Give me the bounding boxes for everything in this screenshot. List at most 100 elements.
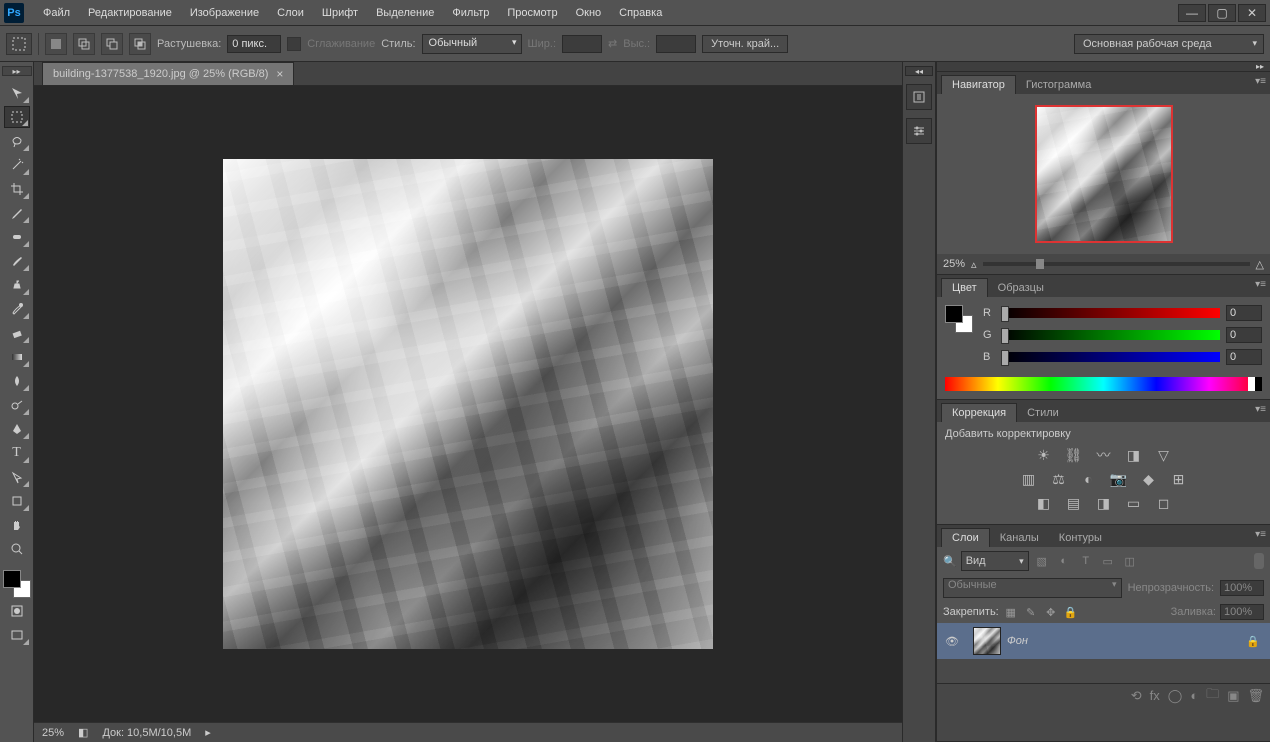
b-input[interactable]	[1226, 349, 1262, 365]
exposure-icon[interactable]: ◨	[1124, 446, 1144, 464]
blend-mode-select[interactable]: Обычные	[943, 578, 1122, 598]
status-preview-icon[interactable]: ◧	[78, 726, 88, 739]
navigator-zoom-value[interactable]: 25%	[943, 258, 965, 270]
navigator-panel-menu-icon[interactable]: ▾≡	[1255, 76, 1266, 87]
menu-layers[interactable]: Слои	[268, 3, 313, 23]
dock-expand-toggle[interactable]: ◂◂	[905, 66, 933, 76]
zoom-in-icon[interactable]: △	[1256, 258, 1264, 271]
menu-window[interactable]: Окно	[567, 3, 611, 23]
color-swatches[interactable]	[3, 570, 31, 598]
color-fg-swatch[interactable]	[945, 305, 963, 323]
zoom-tool[interactable]	[4, 538, 30, 560]
add-mask-icon[interactable]: ◯	[1168, 688, 1183, 704]
new-adjustment-icon[interactable]: ◐	[1190, 688, 1198, 703]
gradient-tool[interactable]	[4, 346, 30, 368]
channelmixer-icon[interactable]: ◆	[1139, 470, 1159, 488]
search-icon[interactable]: 🔍	[943, 555, 957, 568]
dock-properties-icon[interactable]	[906, 118, 932, 144]
current-tool-indicator[interactable]	[6, 33, 32, 55]
history-brush-tool[interactable]	[4, 298, 30, 320]
dock-history-icon[interactable]	[906, 84, 932, 110]
lock-all-icon[interactable]: 🔒	[1063, 604, 1079, 620]
new-group-icon[interactable]: 🗀	[1206, 685, 1219, 707]
panels-collapse-toggle[interactable]: ▸▸	[937, 62, 1270, 72]
selection-new-icon[interactable]	[45, 33, 67, 55]
filter-toggle[interactable]	[1254, 553, 1264, 569]
magic-wand-tool[interactable]	[4, 154, 30, 176]
status-zoom[interactable]: 25%	[42, 727, 64, 739]
menu-edit[interactable]: Редактирование	[79, 3, 181, 23]
fill-input[interactable]	[1220, 604, 1264, 620]
pen-tool[interactable]	[4, 418, 30, 440]
filter-adjust-icon[interactable]: ◐	[1055, 552, 1073, 570]
quickmask-tool[interactable]	[4, 600, 30, 622]
layer-item[interactable]: 👁 Фон 🔒	[937, 623, 1270, 659]
window-maximize-button[interactable]: ▢	[1208, 4, 1236, 22]
window-minimize-button[interactable]: —	[1178, 4, 1206, 22]
workspace-select[interactable]: Основная рабочая среда	[1074, 34, 1264, 54]
lock-position-icon[interactable]: ✥	[1043, 604, 1059, 620]
lock-pixels-icon[interactable]: ✎	[1023, 604, 1039, 620]
colorlookup-icon[interactable]: ⊞	[1169, 470, 1189, 488]
bw-icon[interactable]: ◐	[1079, 470, 1099, 488]
levels-icon[interactable]: ⛓	[1064, 446, 1084, 464]
menu-image[interactable]: Изображение	[181, 3, 268, 23]
dodge-tool[interactable]	[4, 394, 30, 416]
toolbox-toggle[interactable]: ▸▸	[2, 66, 32, 76]
posterize-icon[interactable]: ▤	[1064, 494, 1084, 512]
gradientmap-icon[interactable]: ▭	[1124, 494, 1144, 512]
layers-panel-menu-icon[interactable]: ▾≡	[1255, 529, 1266, 540]
tab-navigator[interactable]: Навигатор	[941, 75, 1016, 94]
layer-fx-icon[interactable]: fx	[1150, 688, 1160, 703]
curves-icon[interactable]: 〰	[1094, 446, 1114, 464]
screenmode-tool[interactable]	[4, 624, 30, 646]
status-arrow-icon[interactable]: ▸	[205, 726, 211, 739]
style-select[interactable]: Обычный	[422, 34, 522, 54]
brightness-icon[interactable]: ☀	[1034, 446, 1054, 464]
threshold-icon[interactable]: ◨	[1094, 494, 1114, 512]
filter-type-icon[interactable]: T	[1077, 552, 1095, 570]
eraser-tool[interactable]	[4, 322, 30, 344]
eyedropper-tool[interactable]	[4, 202, 30, 224]
tab-histogram[interactable]: Гистограмма	[1016, 76, 1102, 94]
layer-thumbnail[interactable]	[973, 627, 1001, 655]
healing-brush-tool[interactable]	[4, 226, 30, 248]
color-panel-swatches[interactable]	[945, 305, 973, 333]
g-input[interactable]	[1226, 327, 1262, 343]
document-tab[interactable]: building-1377538_1920.jpg @ 25% (RGB/8) …	[42, 62, 294, 85]
tab-adjustments[interactable]: Коррекция	[941, 403, 1017, 422]
foreground-color-swatch[interactable]	[3, 570, 21, 588]
opacity-input[interactable]	[1220, 580, 1264, 596]
layer-filter-kind-select[interactable]: Вид	[961, 551, 1029, 571]
selection-intersect-icon[interactable]	[129, 33, 151, 55]
layer-visibility-icon[interactable]: 👁	[937, 635, 967, 648]
shape-tool[interactable]	[4, 490, 30, 512]
tab-color[interactable]: Цвет	[941, 278, 988, 297]
invert-icon[interactable]: ◧	[1034, 494, 1054, 512]
document-tab-close-icon[interactable]: ×	[276, 67, 283, 81]
canvas-viewport[interactable]	[34, 86, 902, 722]
brush-tool[interactable]	[4, 250, 30, 272]
zoom-out-icon[interactable]: ▵	[971, 258, 977, 271]
menu-file[interactable]: Файл	[34, 3, 79, 23]
r-input[interactable]	[1226, 305, 1262, 321]
color-ramp[interactable]	[945, 377, 1262, 391]
move-tool[interactable]	[4, 82, 30, 104]
new-layer-icon[interactable]: ▣	[1227, 688, 1239, 704]
menu-help[interactable]: Справка	[610, 3, 671, 23]
color-panel-menu-icon[interactable]: ▾≡	[1255, 279, 1266, 290]
crop-tool[interactable]	[4, 178, 30, 200]
feather-input[interactable]	[227, 35, 281, 53]
adjust-panel-menu-icon[interactable]: ▾≡	[1255, 404, 1266, 415]
menu-view[interactable]: Просмотр	[498, 3, 566, 23]
tab-styles[interactable]: Стили	[1017, 404, 1069, 422]
tab-paths[interactable]: Контуры	[1049, 529, 1112, 547]
tab-layers[interactable]: Слои	[941, 528, 990, 547]
tab-channels[interactable]: Каналы	[990, 529, 1049, 547]
selection-subtract-icon[interactable]	[101, 33, 123, 55]
menu-type[interactable]: Шрифт	[313, 3, 367, 23]
link-layers-icon[interactable]: ⟲	[1131, 688, 1142, 704]
tab-swatches[interactable]: Образцы	[988, 279, 1054, 297]
vibrance-icon[interactable]: ▽	[1154, 446, 1174, 464]
menu-filter[interactable]: Фильтр	[443, 3, 498, 23]
